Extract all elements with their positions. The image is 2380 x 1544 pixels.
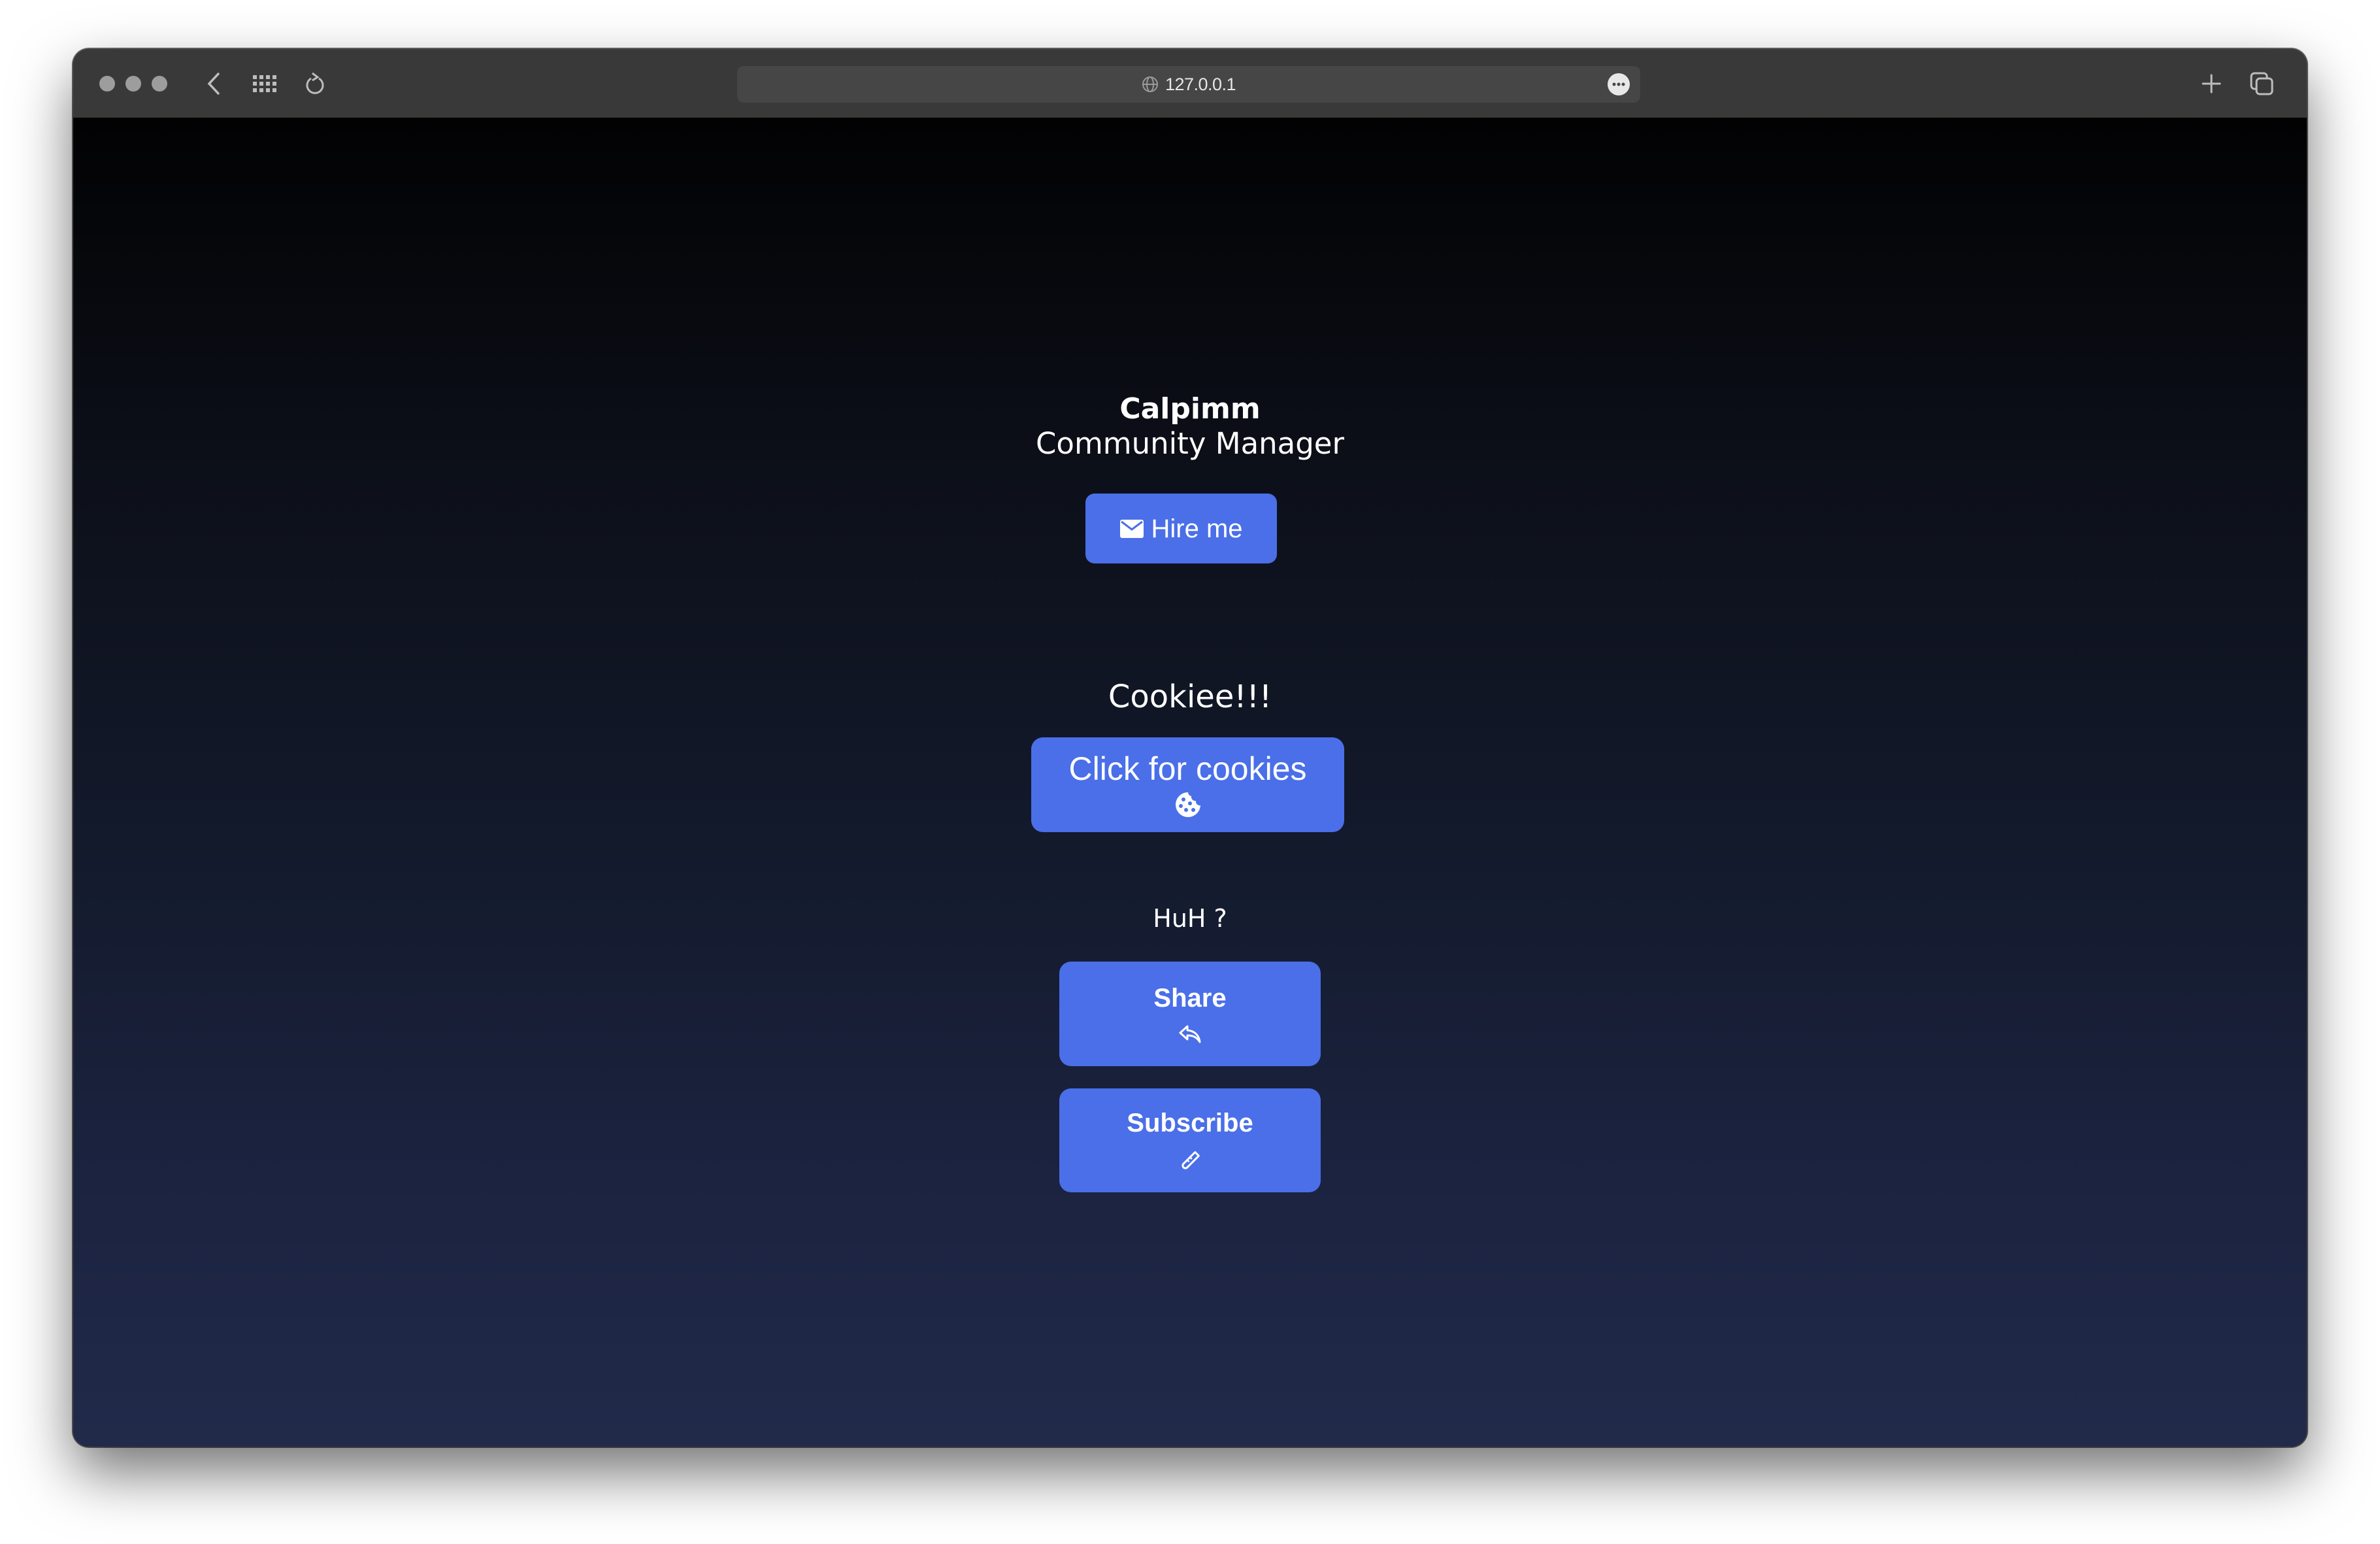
address-bar[interactable]: 127.0.0.1 [737,66,1640,103]
subscribe-label: Subscribe [1127,1108,1253,1137]
cookie-section-title: Cookiee!!! [1108,679,1272,715]
chevron-left-icon [207,73,220,95]
browser-toolbar: 127.0.0.1 [73,49,2307,118]
show-tabs-button[interactable] [2245,67,2278,100]
huh-section-title: HuH ? [1153,904,1227,933]
grid-icon [253,75,276,92]
tabs-icon [2250,72,2273,95]
close-window-button[interactable] [99,76,115,92]
browser-window: 127.0.0.1 Calpimm Community Manager Hire… [73,49,2307,1447]
ellipsis-icon [1612,82,1625,86]
globe-icon [1142,76,1158,92]
plus-icon [2202,74,2221,93]
zoom-window-button[interactable] [152,76,167,92]
share-arrow-icon [1179,1025,1201,1043]
click-for-cookies-label: Click for cookies [1068,750,1307,787]
cookie-icon [1175,792,1200,817]
envelope-icon [1120,519,1144,538]
reload-icon [306,72,324,94]
minimize-window-button[interactable] [125,76,141,92]
page-menu-button[interactable] [1608,73,1630,95]
tab-overview-button[interactable] [248,67,281,100]
back-button[interactable] [197,67,230,100]
page-content: Calpimm Community Manager Hire me Cookie… [73,118,2307,1447]
share-button[interactable]: Share [1059,962,1321,1066]
url-text: 127.0.0.1 [1165,74,1236,94]
hire-me-button[interactable]: Hire me [1085,494,1277,563]
window-controls[interactable] [99,76,167,92]
test-tube-icon [1182,1150,1200,1169]
new-tab-button[interactable] [2195,67,2228,100]
reload-button[interactable] [299,67,332,100]
subscribe-button[interactable]: Subscribe [1059,1088,1321,1192]
hire-me-label: Hire me [1151,514,1243,543]
profile-name: Calpimm [1119,392,1261,426]
profile-role: Community Manager [1036,426,1344,461]
share-label: Share [1153,984,1227,1013]
click-for-cookies-button[interactable]: Click for cookies [1031,737,1344,832]
